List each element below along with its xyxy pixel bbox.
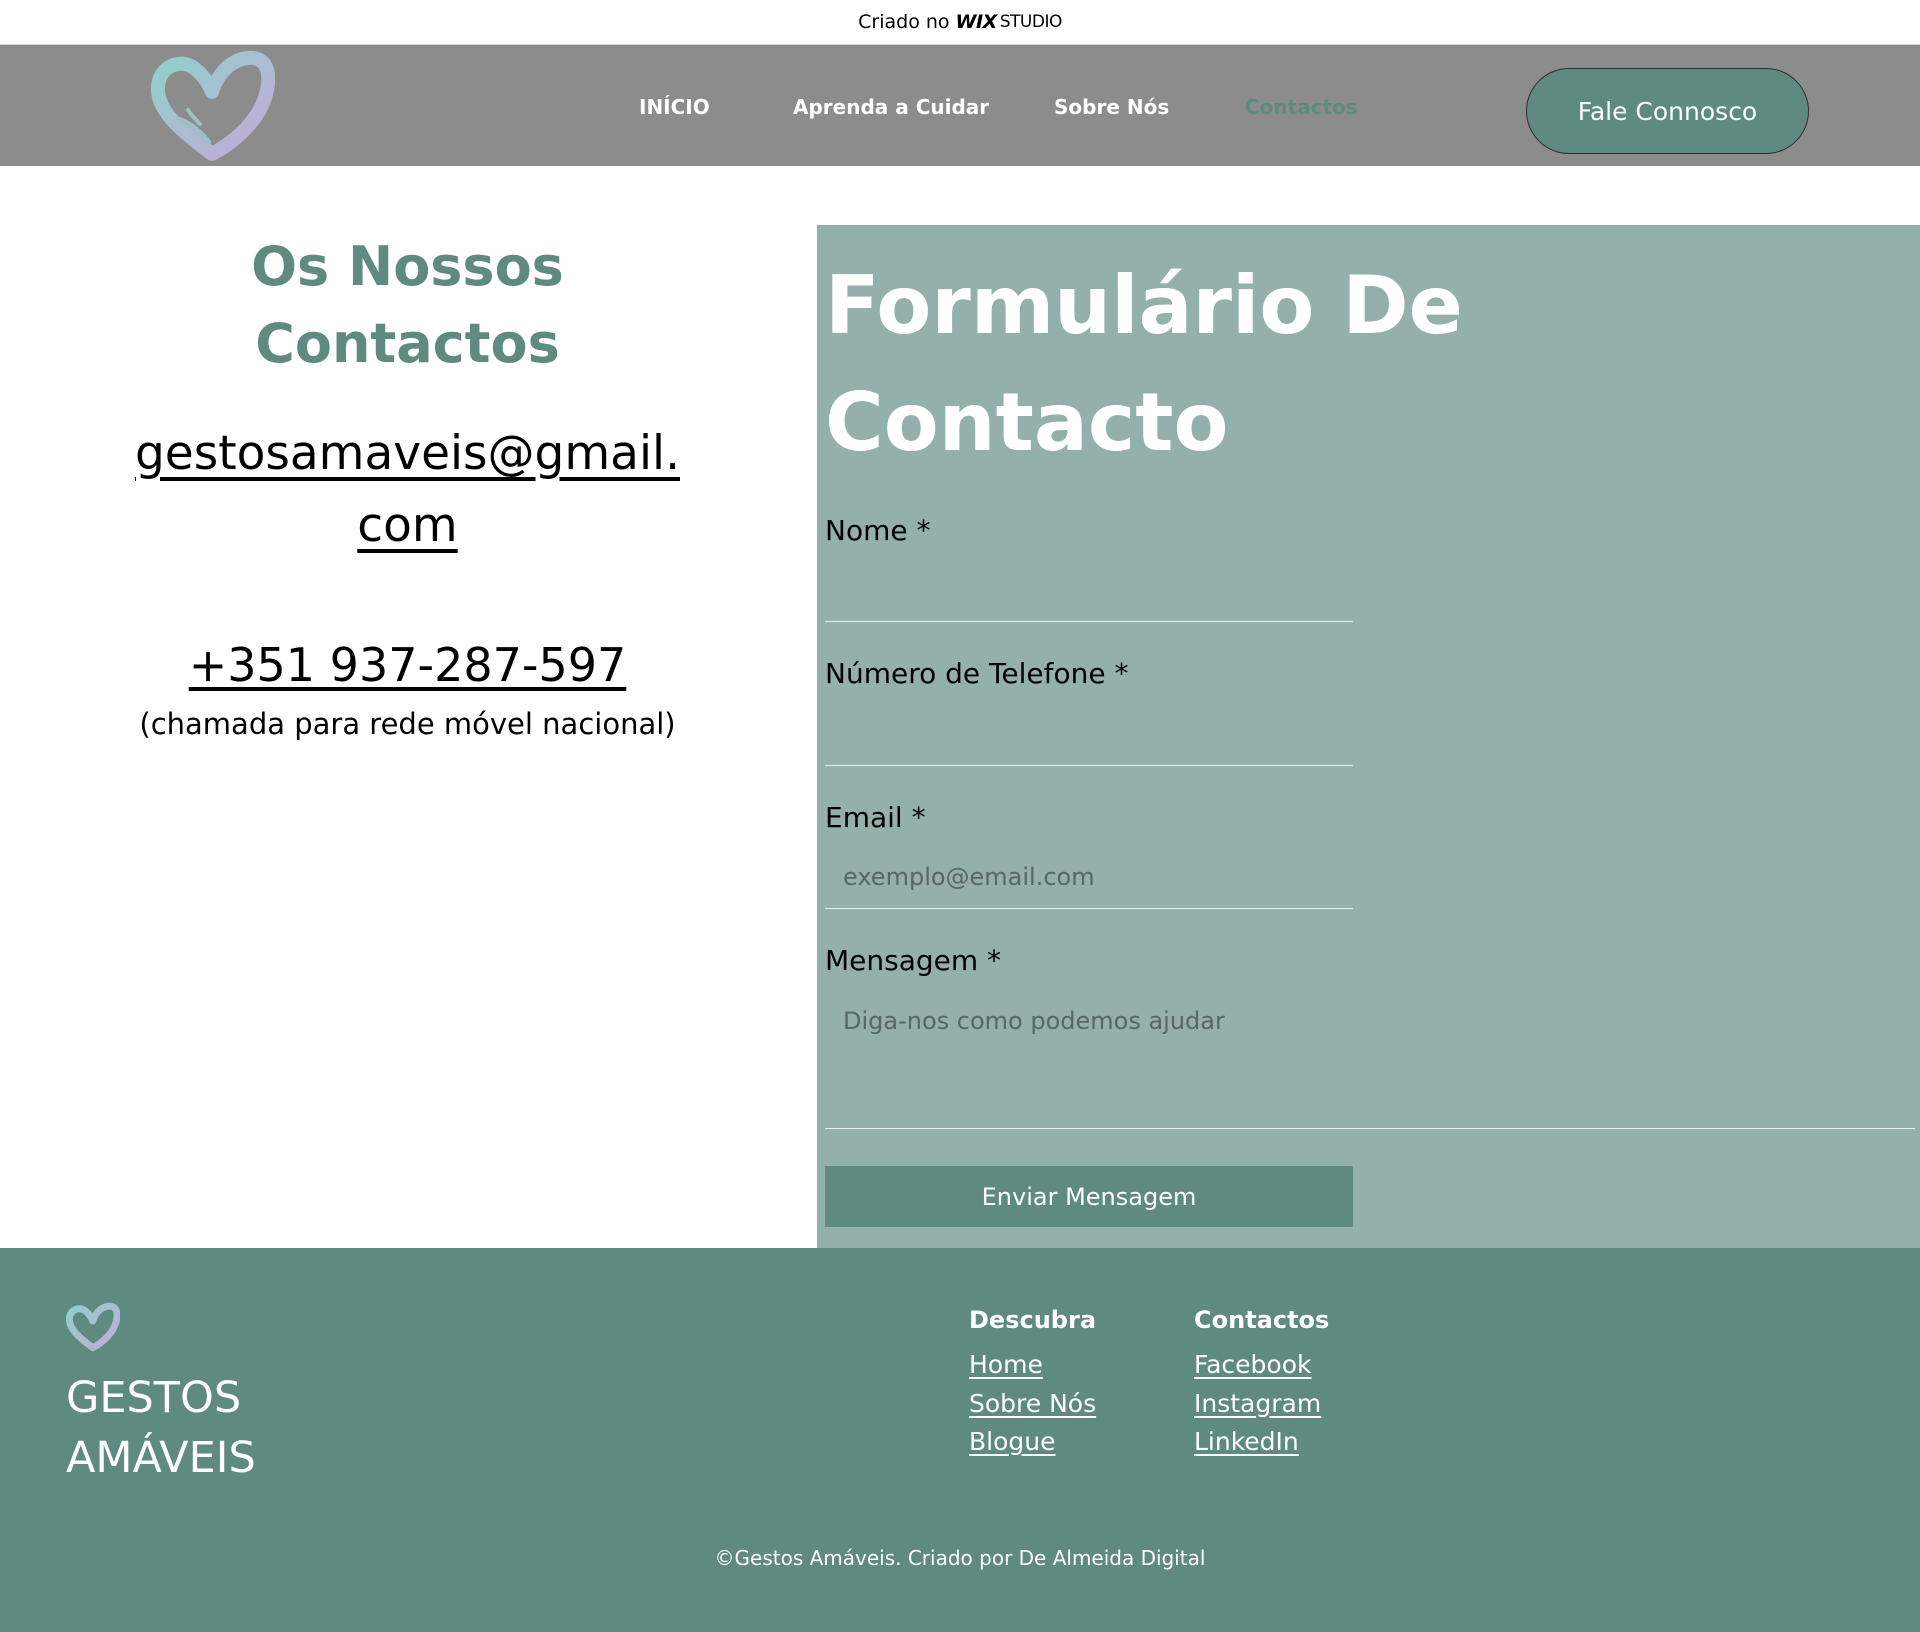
nav-item-aprenda-a-cuidar[interactable]: Aprenda a Cuidar <box>793 95 989 119</box>
footer-link-home[interactable]: Home <box>969 1346 1096 1385</box>
footer-link-facebook[interactable]: Facebook <box>1194 1346 1329 1385</box>
email-link[interactable]: gestosamaveis@gmail.com <box>125 418 690 562</box>
footer-contacts-title: Contactos <box>1194 1306 1330 1334</box>
nav-item-contactos[interactable]: Contactos <box>1245 95 1358 119</box>
form-title: Formulário De Contacto <box>825 247 1825 481</box>
phone-input[interactable] <box>825 765 1353 766</box>
phone-label: Número de Telefone * <box>825 657 1129 690</box>
wix-banner-prefix: Criado no <box>858 11 950 33</box>
fale-connosco-button[interactable]: Fale Connosco <box>1526 68 1809 154</box>
footer-discover-title: Descubra <box>969 1306 1097 1334</box>
contact-form: Formulário De Contacto Nome * Número de … <box>817 225 1920 1248</box>
nav-item-sobre-nos[interactable]: Sobre Nós <box>1054 95 1169 119</box>
phone-link[interactable]: +351 937-287-597 <box>125 638 690 692</box>
footer-discover-column: Descubra Home Sobre Nós Blogue <box>969 1306 1096 1462</box>
footer-brand-line2: AMÁVEIS <box>66 1433 256 1483</box>
footer-contacts-column: Contactos Facebook Instagram LinkedIn <box>1194 1306 1329 1462</box>
submit-button[interactable]: Enviar Mensagem <box>825 1166 1353 1227</box>
name-input[interactable] <box>825 621 1353 622</box>
contacts-title-line2: Contactos <box>255 312 560 375</box>
footer-heart-logo-icon[interactable] <box>66 1302 121 1352</box>
contacts-title: Os Nossos Contactos <box>130 228 685 382</box>
footer-brand-line1: GESTOS <box>66 1373 242 1423</box>
wix-banner[interactable]: Criado no WIX STUDIO <box>0 0 1920 45</box>
email-label: Email * <box>825 801 926 834</box>
email-input-underline <box>825 908 1353 909</box>
wix-brand: WIX <box>955 11 998 33</box>
footer-link-instagram[interactable]: Instagram <box>1194 1385 1329 1424</box>
site-footer: GESTOS AMÁVEIS Descubra Home Sobre Nós B… <box>0 1248 1920 1632</box>
message-textarea-underline <box>825 1128 1915 1129</box>
footer-brand: GESTOS AMÁVEIS <box>66 1368 256 1488</box>
form-title-line2: Contacto <box>825 376 1229 469</box>
wix-studio: STUDIO <box>999 12 1063 32</box>
footer-link-linkedin[interactable]: LinkedIn <box>1194 1423 1329 1462</box>
form-title-line1: Formulário De <box>825 259 1463 352</box>
email-input[interactable]: exemplo@email.com <box>843 863 1095 891</box>
phone-note: (chamada para rede móvel nacional) <box>139 707 676 741</box>
name-label: Nome * <box>825 514 931 547</box>
heart-hands-logo-icon[interactable] <box>150 50 276 162</box>
contacts-title-line1: Os Nossos <box>251 235 564 298</box>
copyright-text: ©Gestos Amáveis. Criado por De Almeida D… <box>714 1546 1206 1570</box>
site-header: INÍCIO Aprenda a Cuidar Sobre Nós Contac… <box>0 45 1920 166</box>
message-textarea[interactable]: Diga-nos como podemos ajudar <box>843 1007 1225 1035</box>
footer-link-blogue[interactable]: Blogue <box>969 1423 1096 1462</box>
message-label: Mensagem * <box>825 944 1002 977</box>
nav-item-inicio[interactable]: INÍCIO <box>639 95 710 119</box>
footer-link-sobre-nos[interactable]: Sobre Nós <box>969 1385 1096 1424</box>
